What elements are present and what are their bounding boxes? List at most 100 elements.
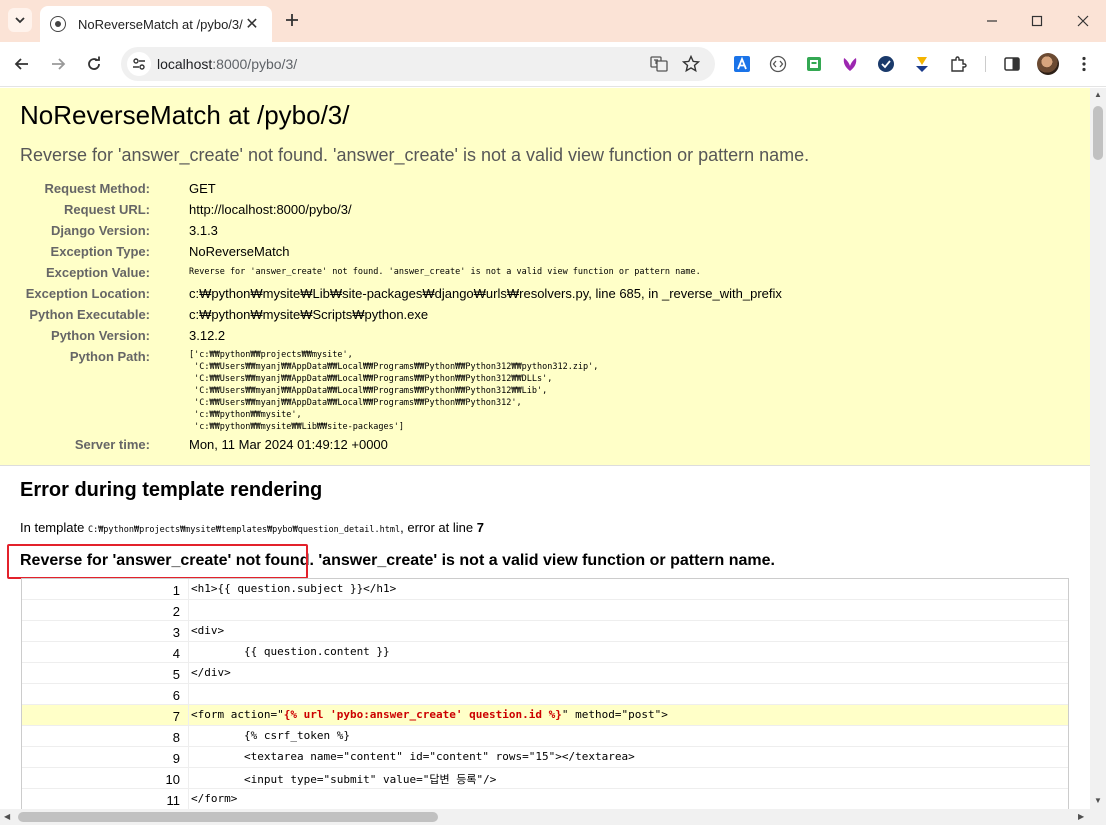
meta-key: Request Method: xyxy=(44,181,150,196)
error-at-label: , error at line xyxy=(400,520,474,535)
meta-key: Server time: xyxy=(74,437,150,452)
reload-icon xyxy=(88,56,100,70)
line-number: 4 xyxy=(172,646,180,661)
browser-toolbar: localhost:8000/pybo/3/ xyxy=(0,42,1106,87)
source-line: 11 </form> xyxy=(22,789,1068,809)
forward-button[interactable] xyxy=(45,51,71,77)
address-bar[interactable]: localhost:8000/pybo/3/ xyxy=(121,47,715,81)
scroll-left-icon[interactable]: ◀ xyxy=(4,812,10,821)
chevron-down-icon xyxy=(15,17,25,24)
meta-value: 3.1.3 xyxy=(189,223,218,238)
translate-button[interactable] xyxy=(647,52,671,76)
extension-download-button[interactable] xyxy=(911,53,933,75)
source-line: 6 xyxy=(22,684,1068,705)
line-number: 7 xyxy=(172,709,180,724)
code-text: <h1>{{ question.subject }}</h1> xyxy=(191,582,396,595)
meta-row-request-url: Request URL: http://localhost:8000/pybo/… xyxy=(0,200,1060,220)
clipboard-icon xyxy=(807,57,821,71)
line-number: 11 xyxy=(166,793,181,808)
code-before: <h1>{{ question.subject }}</h1> xyxy=(191,582,397,595)
tune-icon xyxy=(133,58,145,70)
meta-value: c:₩python₩mysite₩Lib₩site-packages₩djang… xyxy=(189,286,782,301)
close-tab-icon[interactable]: ✕ xyxy=(244,16,260,33)
new-tab-button[interactable] xyxy=(281,9,303,31)
scroll-up-icon[interactable]: ▲ xyxy=(1094,90,1102,99)
source-line-error: 7 <form action="{% url 'pybo:answer_crea… xyxy=(22,705,1068,726)
code-text: <textarea name="content" id="content" ro… xyxy=(191,750,635,763)
line-number: 1 xyxy=(172,583,180,598)
side-panel-button[interactable] xyxy=(1001,53,1023,75)
code-cell: <h1>{{ question.subject }}</h1> xyxy=(188,579,1068,599)
extensions-menu-button[interactable] xyxy=(947,53,969,75)
extension-check-button[interactable] xyxy=(875,53,897,75)
meta-key: Python Version: xyxy=(51,328,150,343)
url-path: :8000/pybo/3/ xyxy=(212,56,298,72)
url-text[interactable]: localhost:8000/pybo/3/ xyxy=(157,56,297,72)
more-vertical-icon xyxy=(1082,56,1086,72)
back-button[interactable] xyxy=(9,51,35,77)
download-icon xyxy=(916,57,928,72)
extension-purple-button[interactable] xyxy=(839,53,861,75)
vertical-scrollbar[interactable]: ▲ ▼ xyxy=(1090,88,1106,809)
template-path: C:₩python₩projects₩mysite₩templates₩pybo… xyxy=(87,525,401,535)
scroll-right-icon[interactable]: ▶ xyxy=(1078,812,1084,821)
extension-green-button[interactable] xyxy=(803,53,825,75)
source-line: 4 {{ question.content }} xyxy=(22,642,1068,663)
globe-icon xyxy=(50,16,66,32)
line-number: 8 xyxy=(172,730,180,745)
code-cell: </form> xyxy=(188,789,1068,809)
meta-key: Django Version: xyxy=(51,223,150,238)
line-number: 5 xyxy=(172,667,180,682)
code-circle-icon xyxy=(769,55,787,73)
url-host: localhost xyxy=(157,56,213,72)
tab-title: NoReverseMatch at /pybo/3/ xyxy=(78,16,243,32)
bookmark-button[interactable] xyxy=(679,52,703,76)
minimize-icon xyxy=(987,20,997,22)
code-cell xyxy=(188,684,1068,704)
tab-search-button[interactable] xyxy=(8,8,32,32)
meta-key: Python Path: xyxy=(69,349,150,364)
code-text: {% csrf_token %} xyxy=(191,729,350,742)
annotation-highlight-box xyxy=(7,544,308,579)
extension-code-button[interactable] xyxy=(767,53,789,75)
error-template-tag: {% url 'pybo:answer_create' question.id … xyxy=(283,708,562,721)
close-window-button[interactable] xyxy=(1068,6,1098,36)
meta-row-exception-location: Exception Location: c:₩python₩mysite₩Lib… xyxy=(0,284,1060,304)
active-tab[interactable]: NoReverseMatch at /pybo/3/ ✕ xyxy=(40,6,272,42)
scroll-down-icon[interactable]: ▼ xyxy=(1094,796,1102,805)
maximize-button[interactable] xyxy=(1022,6,1052,36)
error-summary: NoReverseMatch at /pybo/3/ Reverse for '… xyxy=(0,88,1090,466)
minimize-button[interactable] xyxy=(977,6,1007,36)
line-number: 6 xyxy=(172,688,180,703)
code-before: <input type="submit" value="답변 등록"/> xyxy=(191,773,497,786)
code-after: " method="post"> xyxy=(561,708,668,721)
meta-value: NoReverseMatch xyxy=(189,244,290,259)
extension-a-button[interactable] xyxy=(731,53,753,75)
profile-avatar[interactable] xyxy=(1037,53,1059,75)
code-before: <textarea name="content" id="content" ro… xyxy=(191,750,635,763)
site-info-button[interactable] xyxy=(127,52,151,76)
in-template-label: In template xyxy=(20,520,85,535)
meta-key: Exception Location: xyxy=(25,286,150,301)
meta-row-request-method: Request Method: GET xyxy=(0,179,1060,199)
meta-row-python-executable: Python Executable: c:₩python₩mysite₩Scri… xyxy=(0,305,1060,325)
horizontal-scroll-thumb[interactable] xyxy=(18,812,438,822)
python-path-value: ['c:₩₩python₩₩projects₩₩mysite', 'C:₩₩Us… xyxy=(189,350,599,432)
template-error-heading: Error during template rendering xyxy=(20,479,323,501)
reload-button[interactable] xyxy=(81,51,107,77)
template-source-table: 1 <h1>{{ question.subject }}</h1> 2 3 <d… xyxy=(21,578,1069,809)
arrow-right-icon xyxy=(52,58,66,70)
horizontal-scrollbar[interactable]: ◀ ▶ xyxy=(0,809,1106,825)
browser-menu-button[interactable] xyxy=(1073,53,1095,75)
vertical-scroll-thumb[interactable] xyxy=(1093,106,1103,160)
page-title: NoReverseMatch at /pybo/3/ xyxy=(20,100,350,130)
side-panel-icon xyxy=(1004,57,1020,71)
code-cell: <textarea name="content" id="content" ro… xyxy=(188,747,1068,767)
code-cell: {{ question.content }} xyxy=(188,642,1068,662)
code-before: <form action=" xyxy=(191,708,284,721)
line-number: 9 xyxy=(172,751,180,766)
meta-row-django-version: Django Version: 3.1.3 xyxy=(0,221,1060,241)
code-cell: </div> xyxy=(188,663,1068,683)
template-error-info: In template C:₩python₩projects₩mysite₩te… xyxy=(20,520,484,535)
code-before: <div> xyxy=(191,624,225,637)
